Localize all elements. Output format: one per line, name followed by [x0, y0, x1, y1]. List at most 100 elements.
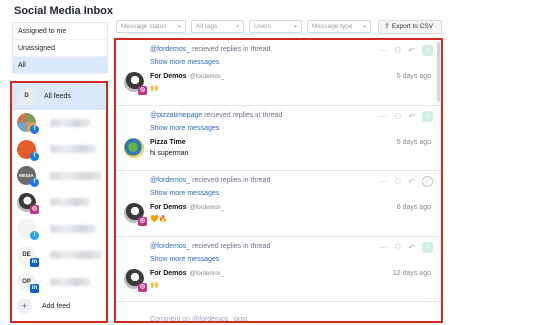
mark-done-icon[interactable]: ✓	[422, 45, 433, 56]
feed-avatar: OP in	[17, 272, 39, 294]
message-status-select[interactable]: Message status ⌄	[116, 20, 186, 33]
feed-item[interactable]: DE in	[12, 242, 106, 269]
facebook-icon: f	[30, 125, 39, 135]
blurred-feed-name	[50, 224, 96, 233]
filter-assigned-to-me[interactable]: Assigned to me	[13, 23, 107, 40]
more-options-icon[interactable]: ⋯	[379, 243, 387, 252]
author-handle: @fordemos_	[189, 205, 225, 211]
inbox-filter-list: Assigned to me Unassigned All	[12, 22, 108, 74]
message-actions: ⋯ ⚇ ↶ ✓	[372, 176, 433, 187]
message-card[interactable]: @fordemos_ recieved replies in thread Sho…	[116, 40, 441, 106]
instagram-icon: ◎	[138, 217, 147, 226]
next-message-peek: Comment on @fordemos_ post	[150, 316, 248, 323]
mark-done-icon[interactable]: ✓	[422, 176, 433, 187]
assign-user-icon[interactable]: ⚇	[394, 112, 401, 121]
message-author: For Demos @fordemos_	[150, 73, 224, 80]
filter-all[interactable]: All	[13, 57, 107, 74]
message-text: 🙌	[150, 85, 159, 92]
message-action-text: recieved replies in thread	[190, 242, 271, 250]
feed-item[interactable]: MEDIA f	[12, 163, 106, 190]
reply-icon[interactable]: ↶	[408, 177, 415, 186]
message-header: @fordemos_ recieved replies in thread	[150, 243, 270, 250]
more-options-icon[interactable]: ⋯	[379, 177, 387, 186]
blurred-feed-name	[50, 198, 90, 207]
author-avatar: ◎	[124, 203, 147, 226]
message-status-value: Message status	[121, 23, 167, 30]
feeds-panel: D All feeds f f MEDIA f ◎ t DE in OP in + Add fee…	[10, 81, 108, 323]
feed-avatar: ◎	[17, 192, 39, 214]
mark-done-icon[interactable]: ✓	[422, 110, 433, 122]
feed-all[interactable]: D All feeds	[12, 83, 106, 110]
add-feed-button[interactable]: + Add feed	[12, 295, 106, 317]
tags-select[interactable]: All tags ⌄	[191, 20, 244, 33]
feed-item[interactable]: f	[12, 110, 106, 137]
instagram-icon: ◎	[30, 204, 39, 214]
facebook-icon: f	[30, 178, 39, 188]
show-more-link[interactable]: Show more messages	[150, 59, 219, 66]
message-author: For Demos @fordemos_	[150, 270, 224, 277]
chevron-down-icon: ⌄	[176, 23, 182, 29]
feed-avatar: DE in	[17, 245, 39, 267]
message-card[interactable]: @fordemos_ recieved replies in thread Sho…	[116, 237, 441, 302]
feed-item[interactable]: OP in	[12, 269, 106, 296]
export-csv-button[interactable]: ⇪ Export to CSV	[378, 20, 442, 34]
show-more-link[interactable]: Show more messages	[150, 256, 219, 263]
mark-done-icon[interactable]: ✓	[422, 241, 433, 253]
instagram-icon: ◎	[138, 86, 147, 95]
account-handle-link[interactable]: @fordemos_	[150, 46, 190, 53]
message-timestamp: 5 days ago	[396, 73, 431, 80]
reply-icon[interactable]: ↶	[408, 243, 415, 252]
assign-user-icon[interactable]: ⚇	[394, 177, 401, 186]
author-name: For Demos	[150, 269, 187, 277]
message-type-select[interactable]: Message type ⌄	[307, 20, 371, 33]
message-header: @pizzatimepage recieved replies in threa…	[150, 112, 282, 119]
show-more-link[interactable]: Show more messages	[150, 125, 219, 132]
blurred-feed-name	[50, 145, 96, 154]
author-name: For Demos	[150, 73, 187, 80]
author-name: Pizza Time	[150, 138, 186, 146]
assign-user-icon[interactable]: ⚇	[394, 243, 401, 252]
author-avatar	[124, 137, 144, 158]
feed-avatar: f	[17, 139, 39, 161]
scrollbar[interactable]	[437, 42, 440, 102]
twitter-icon: t	[30, 231, 39, 241]
reply-icon[interactable]: ↶	[408, 46, 415, 55]
author-avatar: ◎	[124, 268, 147, 292]
account-handle-link[interactable]: @fordemos_	[150, 177, 190, 184]
message-text: 🙌	[150, 281, 159, 289]
feed-avatar: t	[17, 219, 39, 241]
add-feed-label: Add feed	[42, 302, 71, 310]
more-options-icon[interactable]: ⋯	[379, 46, 387, 55]
assign-user-icon[interactable]: ⚇	[394, 46, 401, 55]
blurred-feed-name	[50, 171, 102, 180]
show-more-link[interactable]: Show more messages	[150, 190, 219, 197]
feed-item[interactable]: t	[12, 216, 106, 243]
reply-icon[interactable]: ↶	[408, 112, 415, 121]
feed-item[interactable]: f	[12, 136, 106, 163]
account-handle-link[interactable]: @pizzatimepage	[150, 112, 202, 119]
tags-value: All tags	[196, 23, 218, 30]
message-timestamp: 6 days ago	[396, 204, 431, 211]
users-select[interactable]: Users ⌄	[249, 20, 302, 33]
author-handle: @fordemos_	[189, 270, 225, 277]
more-options-icon[interactable]: ⋯	[379, 112, 387, 121]
chevron-down-icon: ⌄	[361, 23, 367, 29]
export-label: Export to CSV	[391, 23, 434, 30]
account-handle-link[interactable]: @fordemos_	[150, 243, 190, 250]
message-timestamp: 5 days ago	[396, 138, 431, 146]
message-actions: ⋯ ⚇ ↶ ✓	[372, 110, 433, 122]
all-feeds-avatar-text: D	[24, 93, 29, 100]
author-handle: @fordemos_	[189, 74, 225, 80]
feed-rows: f f MEDIA f ◎ t DE in OP in	[12, 110, 106, 296]
feed-avatar: MEDIA f	[17, 166, 39, 188]
message-type-value: Message type	[312, 23, 353, 30]
author-name: For Demos	[150, 204, 187, 211]
blurred-feed-name	[50, 118, 90, 127]
message-card[interactable]: @pizzatimepage recieved replies in threa…	[116, 106, 441, 171]
blurred-feed-name	[50, 277, 90, 286]
blurred-feed-name	[50, 251, 102, 260]
filter-unassigned[interactable]: Unassigned	[13, 40, 107, 57]
message-action-text: recieved replies in thread	[190, 46, 271, 53]
message-card[interactable]: @fordemos_ recieved replies in thread Sho…	[116, 171, 441, 237]
feed-item[interactable]: ◎	[12, 189, 106, 216]
